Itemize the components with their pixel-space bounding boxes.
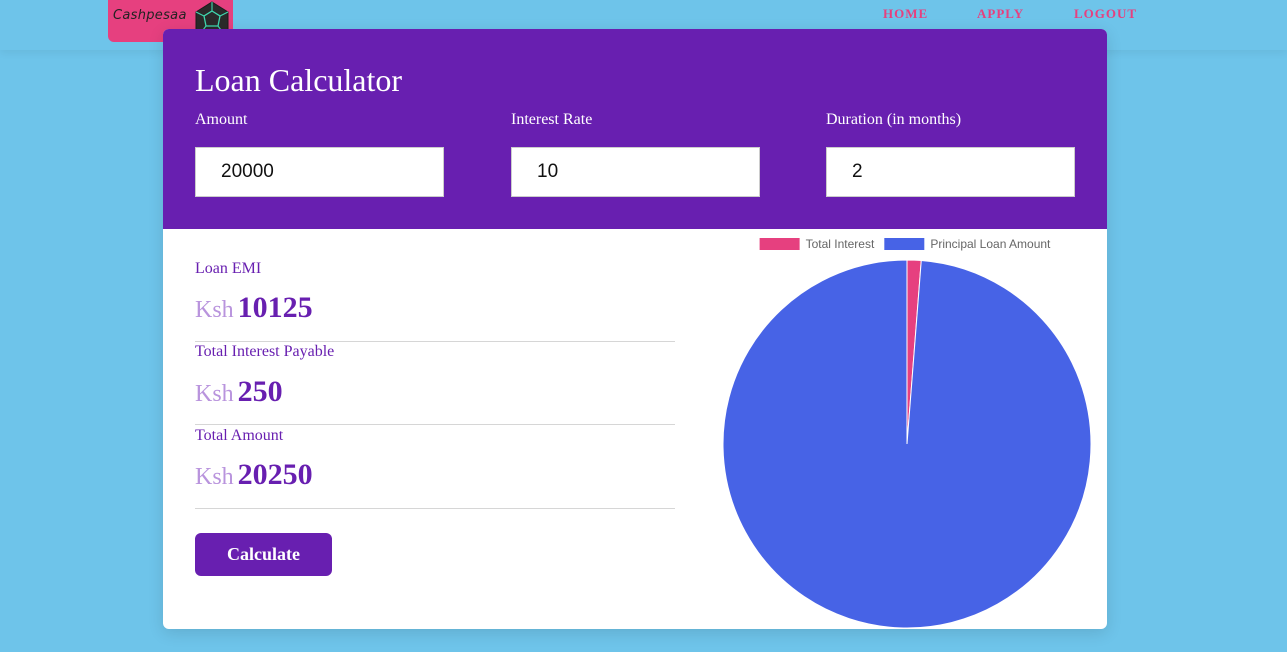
legend-swatch-0[interactable] <box>759 238 800 250</box>
currency-label: Ksh <box>195 381 234 407</box>
total-interest-label: Total Interest Payable <box>195 343 335 360</box>
duration-input[interactable] <box>826 147 1075 197</box>
amount-label: Amount <box>195 111 248 128</box>
loan-emi-value: Ksh 10125 <box>195 291 313 325</box>
currency-label: Ksh <box>195 297 234 323</box>
total-amount-label: Total Amount <box>195 427 284 444</box>
nav-home-link[interactable]: HOME <box>883 6 928 22</box>
nav-apply-link[interactable]: APPLY <box>977 6 1024 22</box>
divider <box>195 508 675 509</box>
amount-input[interactable] <box>195 147 444 197</box>
loan-emi-label: Loan EMI <box>195 260 262 277</box>
brand-name: Cashpesaa <box>113 8 187 23</box>
total-interest-amount: 250 <box>237 375 283 408</box>
loan-emi-amount: 10125 <box>237 291 313 324</box>
page-title: Loan Calculator <box>195 62 403 98</box>
legend-swatch-1[interactable] <box>884 238 925 250</box>
nav-logout-link[interactable]: LOGOUT <box>1074 6 1137 22</box>
calculate-button[interactable]: Calculate <box>195 533 332 576</box>
calculator-header: Loan Calculator Amount Interest Rate Dur… <box>163 29 1107 229</box>
interest-rate-input[interactable] <box>511 147 760 197</box>
total-interest-value: Ksh 250 <box>195 375 283 409</box>
legend-label-1[interactable]: Principal Loan Amount <box>930 237 1051 251</box>
legend-label-0[interactable]: Total Interest <box>806 237 875 251</box>
divider <box>195 341 675 342</box>
duration-label: Duration (in months) <box>826 111 962 128</box>
total-amount-value: Ksh 20250 <box>195 458 313 492</box>
divider <box>195 424 675 425</box>
total-amount-amount: 20250 <box>237 458 313 491</box>
currency-label: Ksh <box>195 464 234 490</box>
loan-breakdown-pie-chart: Total Interest Principal Loan Amount <box>722 237 1092 629</box>
loan-calculator-card: Loan Calculator Amount Interest Rate Dur… <box>163 29 1107 629</box>
interest-rate-label: Interest Rate <box>511 111 593 128</box>
pie-slice-1[interactable] <box>722 259 1092 629</box>
